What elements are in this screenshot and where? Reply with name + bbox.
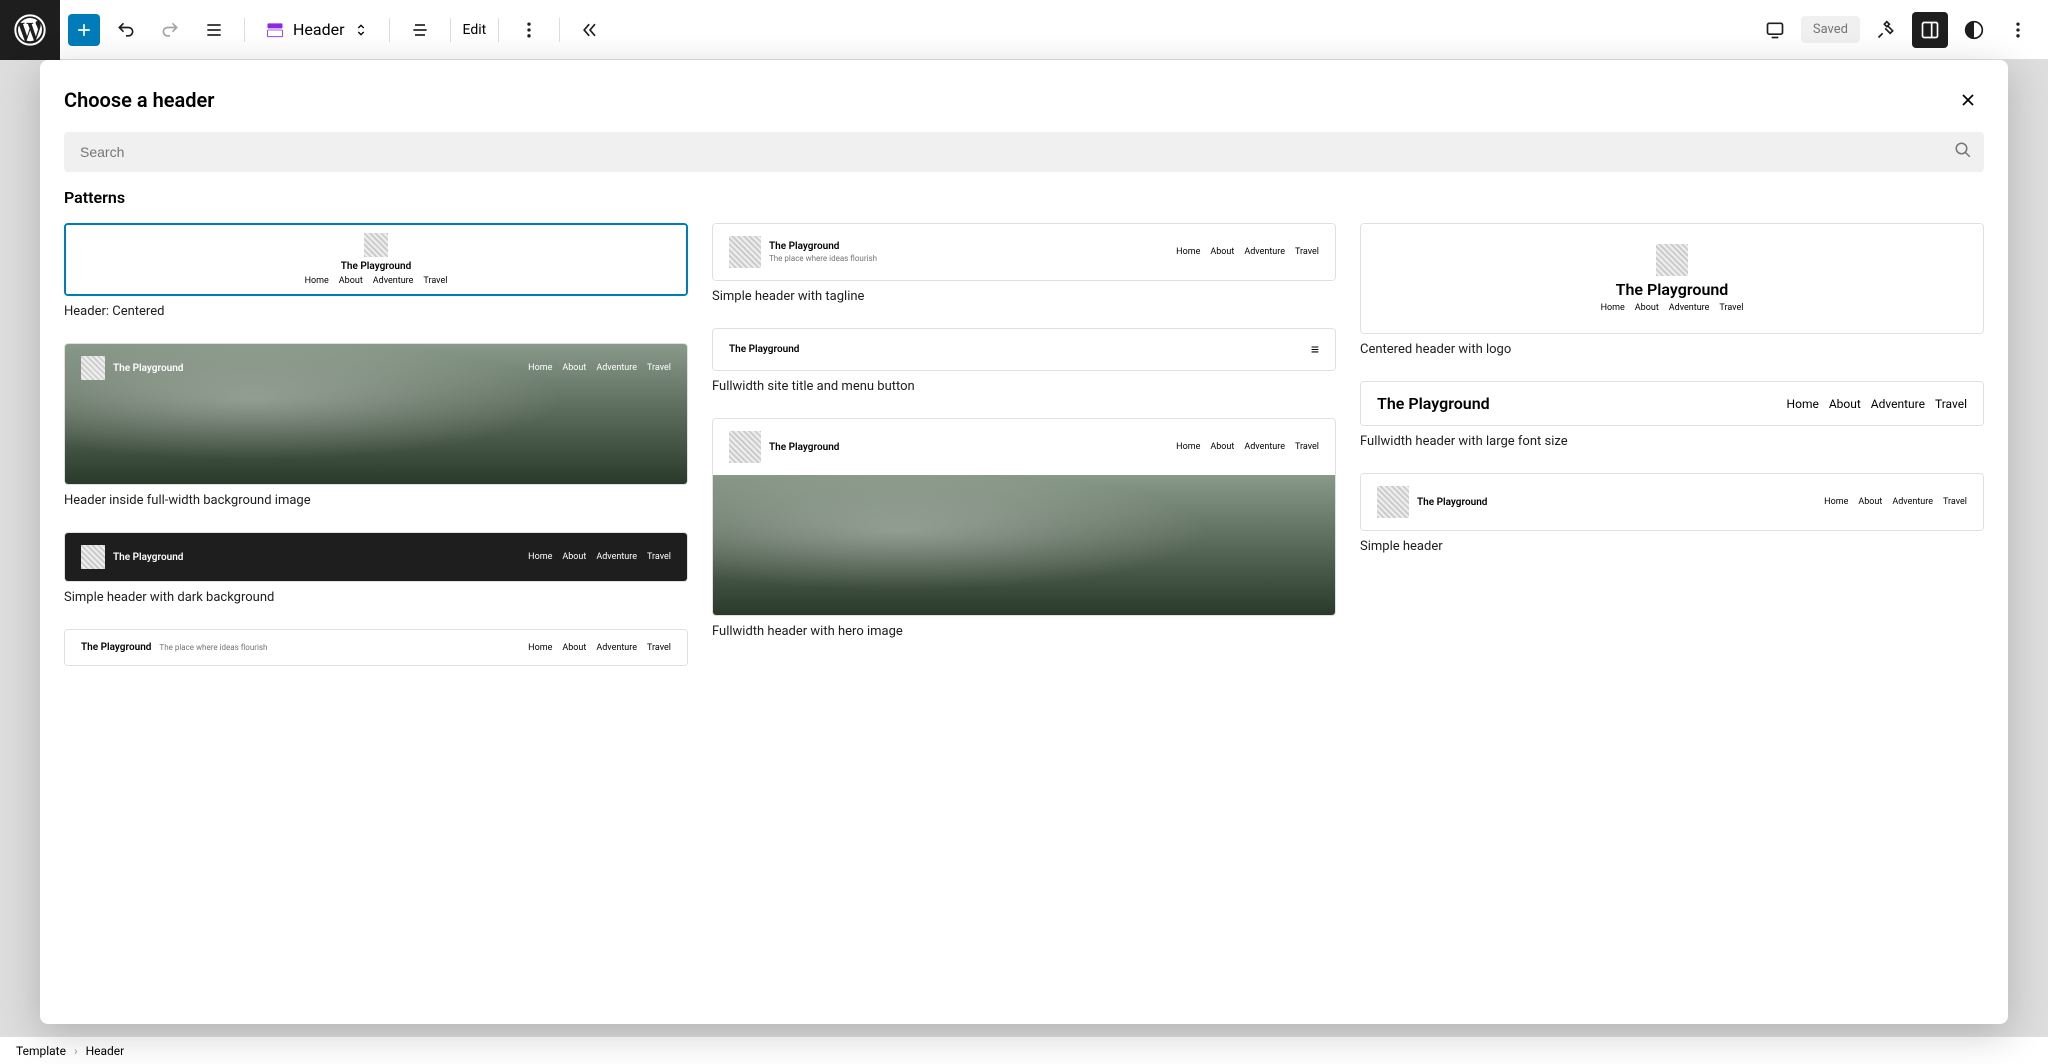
preview-nav: HomeAboutAdventureTravel bbox=[1176, 442, 1319, 452]
modal-title: Choose a header bbox=[64, 88, 215, 112]
pattern-label: Simple header with tagline bbox=[712, 289, 1336, 304]
more-options-button[interactable] bbox=[511, 12, 547, 48]
search-input[interactable] bbox=[64, 132, 1984, 172]
header-template-icon bbox=[265, 20, 285, 40]
chevron-right-icon: › bbox=[74, 1044, 78, 1058]
pattern-simple-header[interactable]: The Playground HomeAboutAdventureTravel … bbox=[1360, 473, 1984, 554]
preview-nav: HomeAboutAdventureTravel bbox=[528, 643, 671, 653]
close-button[interactable] bbox=[1952, 84, 1984, 116]
close-icon bbox=[1958, 90, 1978, 110]
pattern-label: Header: Centered bbox=[64, 304, 688, 319]
styles-button[interactable] bbox=[1956, 12, 1992, 48]
pattern-header-centered[interactable]: The Playground HomeAboutAdventureTravel … bbox=[64, 223, 688, 319]
preview-nav: HomeAboutAdventureTravel bbox=[1787, 397, 1967, 411]
pattern-header-hero[interactable]: The Playground HomeAboutAdventureTravel … bbox=[712, 418, 1336, 639]
view-button[interactable] bbox=[1757, 12, 1793, 48]
add-block-button[interactable] bbox=[68, 14, 100, 46]
preview-site-title: The Playground bbox=[113, 552, 183, 563]
preview-tagline: The place where ideas flourish bbox=[769, 254, 877, 263]
pattern-label: Simple header bbox=[1360, 539, 1984, 554]
pattern-label: Fullwidth header with hero image bbox=[712, 624, 1336, 639]
pattern-fullwidth-large-font[interactable]: The Playground HomeAboutAdventureTravel … bbox=[1360, 381, 1984, 449]
pattern-header-tagline-inline[interactable]: The Playground The place where ideas flo… bbox=[64, 629, 688, 666]
preview-site-title: The Playground bbox=[1616, 280, 1729, 299]
pattern-label: Centered header with logo bbox=[1360, 342, 1984, 357]
breadcrumb-root[interactable]: Template bbox=[16, 1044, 66, 1058]
editor-topbar: Header Edit Saved bbox=[0, 0, 2048, 60]
choose-header-modal: Choose a header Patterns The Playground bbox=[40, 60, 2008, 1024]
save-status: Saved bbox=[1801, 16, 1860, 43]
preview-logo-icon bbox=[81, 356, 105, 380]
pattern-centered-logo[interactable]: The Playground HomeAboutAdventureTravel … bbox=[1360, 223, 1984, 357]
pattern-label: Fullwidth site title and menu button bbox=[712, 379, 1336, 394]
preview-logo-icon bbox=[1656, 244, 1688, 276]
pattern-label: Fullwidth header with large font size bbox=[1360, 434, 1984, 449]
breadcrumb: Template › Header bbox=[0, 1036, 2048, 1064]
settings-button[interactable] bbox=[1912, 12, 1948, 48]
options-menu-button[interactable] bbox=[2000, 12, 2036, 48]
pattern-header-dark[interactable]: The Playground HomeAboutAdventureTravel … bbox=[64, 532, 688, 605]
preview-nav: HomeAboutAdventureTravel bbox=[305, 276, 448, 286]
collapse-sidebar-button[interactable] bbox=[572, 12, 608, 48]
chevron-updown-icon bbox=[353, 22, 369, 38]
breadcrumb-current[interactable]: Header bbox=[86, 1044, 125, 1058]
pattern-label: Header inside full-width background imag… bbox=[64, 493, 688, 508]
align-button[interactable] bbox=[402, 12, 438, 48]
preview-site-title: The Playground bbox=[81, 642, 151, 653]
edit-mode-label[interactable]: Edit bbox=[463, 22, 487, 38]
preview-site-title: The Playground bbox=[1417, 497, 1487, 508]
preview-tagline: The place where ideas flourish bbox=[159, 643, 267, 652]
preview-logo-icon bbox=[1377, 486, 1409, 518]
preview-site-title: The Playground bbox=[341, 261, 411, 272]
preview-nav: HomeAboutAdventureTravel bbox=[528, 363, 671, 373]
preview-site-title: The Playground bbox=[769, 241, 877, 252]
tools-button[interactable] bbox=[1868, 12, 1904, 48]
menu-icon: ≡ bbox=[1311, 341, 1319, 358]
pattern-fullwidth-menu-button[interactable]: The Playground ≡ Fullwidth site title an… bbox=[712, 328, 1336, 394]
preview-nav: HomeAboutAdventureTravel bbox=[1176, 247, 1319, 257]
preview-logo-icon bbox=[729, 236, 761, 268]
wordpress-logo[interactable] bbox=[0, 0, 60, 60]
patterns-grid: The Playground HomeAboutAdventureTravel … bbox=[40, 223, 2008, 1024]
preview-site-title: The Playground bbox=[1377, 394, 1490, 413]
pattern-label: Simple header with dark background bbox=[64, 590, 688, 605]
template-selector[interactable]: Header bbox=[257, 16, 377, 44]
preview-nav: HomeAboutAdventureTravel bbox=[1824, 497, 1967, 507]
preview-nav: HomeAboutAdventureTravel bbox=[528, 552, 671, 562]
preview-logo-icon bbox=[364, 233, 388, 257]
preview-site-title: The Playground bbox=[769, 442, 839, 453]
preview-site-title: The Playground bbox=[729, 344, 799, 355]
preview-logo-icon bbox=[729, 431, 761, 463]
preview-nav: HomeAboutAdventureTravel bbox=[1601, 303, 1744, 313]
patterns-section-label: Patterns bbox=[40, 188, 2008, 223]
template-name: Header bbox=[293, 20, 345, 39]
pattern-header-bg-image[interactable]: The Playground HomeAboutAdventureTravel … bbox=[64, 343, 688, 508]
search-icon bbox=[1954, 141, 1972, 163]
list-view-button[interactable] bbox=[196, 12, 232, 48]
preview-logo-icon bbox=[81, 545, 105, 569]
undo-button[interactable] bbox=[108, 12, 144, 48]
redo-button[interactable] bbox=[152, 12, 188, 48]
pattern-header-tagline[interactable]: The Playground The place where ideas flo… bbox=[712, 223, 1336, 304]
preview-site-title: The Playground bbox=[113, 363, 183, 374]
